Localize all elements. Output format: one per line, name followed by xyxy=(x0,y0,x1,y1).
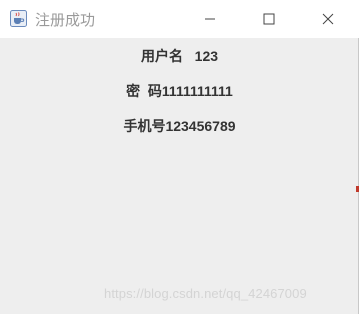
close-icon xyxy=(322,10,334,29)
username-label: 用户名 123 xyxy=(140,48,219,64)
watermark: https://blog.csdn.net/qq_42467009 xyxy=(104,286,307,301)
close-button[interactable] xyxy=(305,0,351,38)
java-coffee-cup-icon xyxy=(10,10,27,27)
title-bar[interactable]: 注册成功 xyxy=(0,0,359,38)
phone-label: 手机号123456789 xyxy=(123,118,236,134)
minimize-icon xyxy=(204,10,216,29)
content-panel: 用户名 123 密 码1111111111 手机号123456789 xyxy=(0,38,359,314)
registration-success-window: 注册成功 用户名 123 密 码1111111111 手机号123456789 … xyxy=(0,0,359,314)
maximize-button[interactable] xyxy=(246,0,292,38)
minimize-button[interactable] xyxy=(187,0,233,38)
window-title: 注册成功 xyxy=(35,11,96,29)
maximize-icon xyxy=(263,10,275,29)
password-label: 密 码1111111111 xyxy=(126,83,233,99)
